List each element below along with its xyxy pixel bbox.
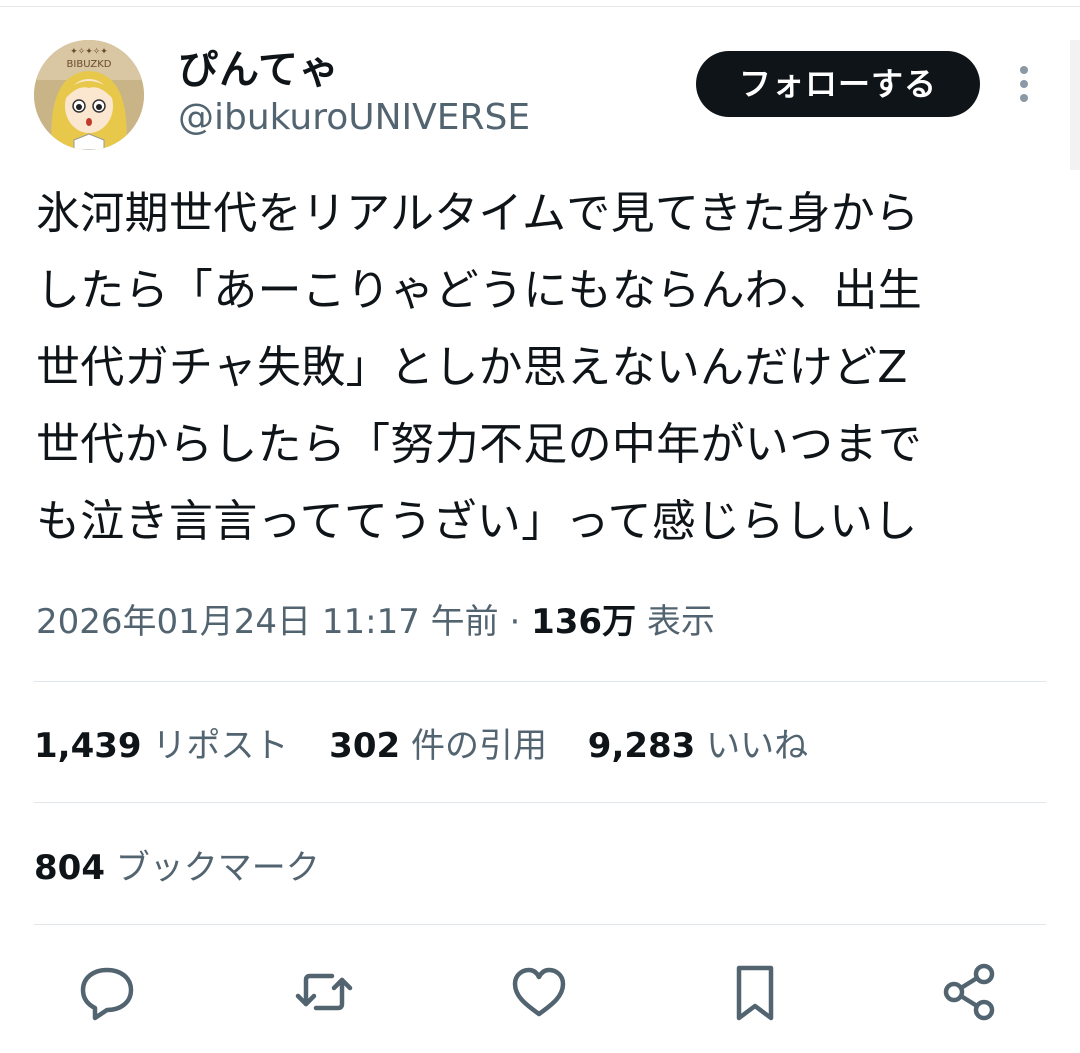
avatar-illustration: ✦✧✦✧✦ BIBUZKD xyxy=(34,40,144,150)
timestamp[interactable]: 2026年01月24日 11:17 午前 xyxy=(36,602,499,642)
tweet-header: ✦✧✦✧✦ BIBUZKD ぴんてゃ @ibukuroUNIVERSE フォロー… xyxy=(34,40,1064,150)
engagement-stats: 1,439 リポスト 302 件の引用 9,283 いいね xyxy=(34,722,838,770)
likes-label: いいね xyxy=(706,726,809,766)
heart-icon[interactable] xyxy=(507,960,571,1024)
scrollbar-track[interactable] xyxy=(1070,40,1080,170)
meta-separator: · xyxy=(509,602,521,642)
more-vertical-icon[interactable] xyxy=(1006,64,1042,104)
reposts-count: 1,439 xyxy=(34,726,142,766)
tweet-meta: 2026年01月24日 11:17 午前 · 136万 表示 xyxy=(36,598,715,646)
divider xyxy=(34,681,1046,682)
display-name[interactable]: ぴんてゃ xyxy=(178,46,340,94)
bookmarks-count: 804 xyxy=(34,848,105,888)
tweet-text-line: 氷河期世代をリアルタイムで見てきた身から xyxy=(36,188,920,239)
reposts-label: リポスト xyxy=(152,726,289,766)
tweet-text-line: 世代ガチャ失敗」としか思えないんだけどZ xyxy=(36,342,908,393)
divider xyxy=(34,924,1046,925)
quotes-stat[interactable]: 302 件の引用 xyxy=(329,726,558,766)
top-divider xyxy=(0,6,1080,7)
user-handle[interactable]: @ibukuroUNIVERSE xyxy=(178,96,530,140)
reposts-stat[interactable]: 1,439 リポスト xyxy=(34,726,299,766)
tweet-detail-view: ✦✧✦✧✦ BIBUZKD ぴんてゃ @ibukuroUNIVERSE フォロー… xyxy=(0,0,1080,1053)
follow-button[interactable]: フォローする xyxy=(696,51,980,117)
avatar-lettering: ✦✧✦✧✦ xyxy=(70,47,108,57)
avatar[interactable]: ✦✧✦✧✦ BIBUZKD xyxy=(34,40,144,150)
views-count: 136万 xyxy=(531,602,637,642)
quotes-count: 302 xyxy=(329,726,401,766)
bookmarks-stat[interactable]: 804 ブックマーク xyxy=(34,844,350,892)
action-bar xyxy=(0,960,1080,1030)
bookmark-icon[interactable] xyxy=(723,960,787,1024)
quotes-label: 件の引用 xyxy=(410,726,547,766)
tweet-text-line: したら「あーこりゃどうにもならんわ、出生 xyxy=(36,265,922,316)
tweet-text-line: も泣き言言っててうざい」って感じらしいし xyxy=(36,496,918,547)
tweet-text: 氷河期世代をリアルタイムで見てきた身から したら「あーこりゃどうにもならんわ、出… xyxy=(36,175,1046,560)
share-icon[interactable] xyxy=(938,960,1002,1024)
views-label: 表示 xyxy=(646,602,715,642)
likes-stat[interactable]: 9,283 いいね xyxy=(588,726,808,766)
tweet-text-line: 世代からしたら「努力不足の中年がいつまで xyxy=(36,419,922,470)
bookmarks-label: ブックマーク xyxy=(115,848,320,888)
divider xyxy=(34,802,1046,803)
reply-icon[interactable] xyxy=(75,960,139,1024)
repost-icon[interactable] xyxy=(292,960,356,1024)
likes-count: 9,283 xyxy=(587,726,696,766)
avatar-lettering: BIBUZKD xyxy=(67,59,112,70)
